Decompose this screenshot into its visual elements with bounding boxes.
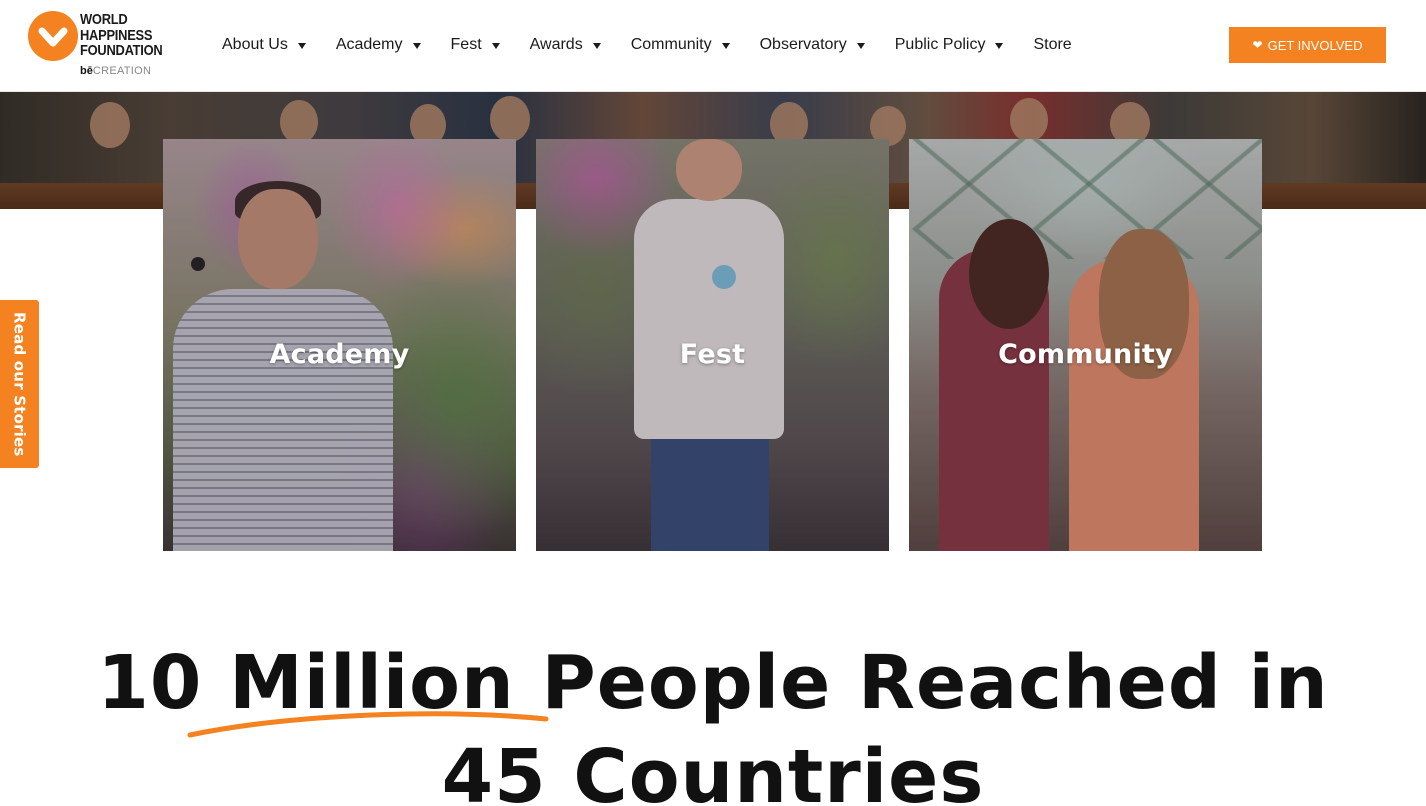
chevron-down-icon (491, 43, 500, 49)
chevron-down-icon (297, 43, 306, 49)
logo-subbrand: bēCREATION (80, 65, 152, 77)
academy-card-label: Academy (269, 339, 410, 370)
nav-item-observatory[interactable]: Observatory (760, 36, 865, 54)
chevron-down-icon (856, 43, 865, 49)
nav-item-fest[interactable]: Fest (451, 36, 500, 54)
fest-card[interactable]: Fest (536, 139, 889, 551)
chevron-down-icon (721, 43, 730, 49)
logo-wordmark: WORLD HAPPINESS FOUNDATION (80, 11, 163, 59)
page: WORLD HAPPINESS FOUNDATION bēCREATION Ab… (0, 0, 1426, 806)
nav-item-public-policy[interactable]: Public Policy (895, 36, 1004, 54)
chevron-down-icon (995, 43, 1004, 49)
nav-item-community[interactable]: Community (631, 36, 730, 54)
site-logo[interactable]: WORLD HAPPINESS FOUNDATION bēCREATION (28, 11, 168, 81)
heart-icon: ❤ (1252, 38, 1263, 52)
chevron-down-icon (412, 43, 421, 49)
nav-item-store[interactable]: Store (1033, 36, 1071, 54)
community-card-label: Community (998, 339, 1173, 370)
heart-logo-icon (28, 11, 78, 61)
get-involved-label: GET INVOLVED (1267, 37, 1363, 53)
site-header: WORLD HAPPINESS FOUNDATION bēCREATION Ab… (0, 0, 1426, 92)
academy-card[interactable]: Academy (163, 139, 516, 551)
main-nav: About Us Academy Fest Awards Community O… (222, 34, 1102, 56)
read-our-stories-tab[interactable]: Read our Stories (0, 300, 39, 468)
read-our-stories-label: Read our Stories (10, 311, 29, 457)
nav-item-academy[interactable]: Academy (336, 36, 421, 54)
fest-card-label: Fest (679, 339, 746, 370)
headline-underline-decoration (187, 711, 549, 738)
get-involved-button[interactable]: ❤ GET INVOLVED (1229, 27, 1386, 63)
nav-item-about-us[interactable]: About Us (222, 36, 306, 54)
community-card[interactable]: Community (909, 139, 1262, 551)
nav-item-awards[interactable]: Awards (530, 36, 601, 54)
chevron-down-icon (592, 43, 601, 49)
